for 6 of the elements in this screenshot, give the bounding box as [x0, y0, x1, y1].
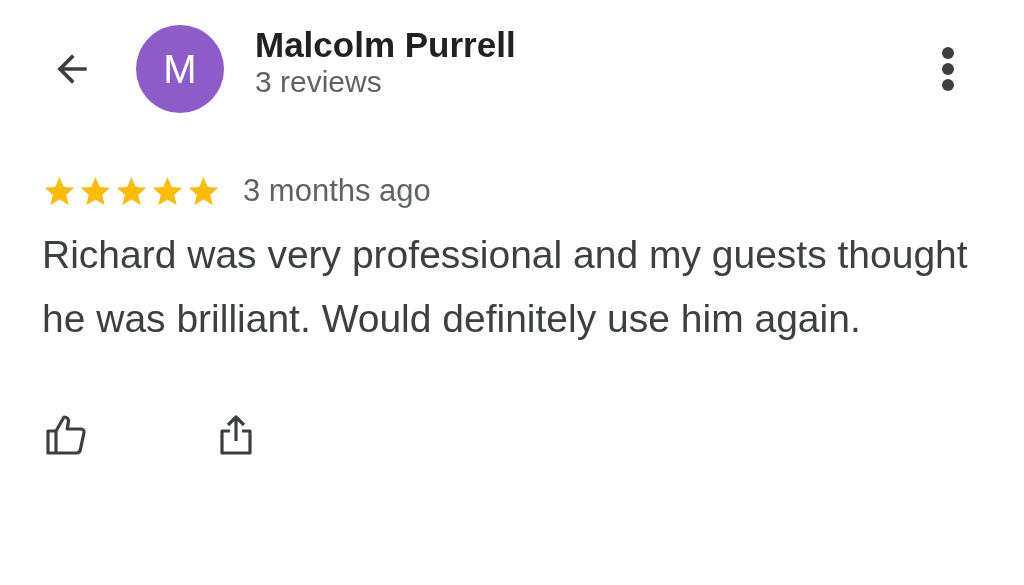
review-time: 3 months ago — [243, 173, 431, 209]
more-options-icon[interactable] — [940, 47, 956, 91]
avatar: M — [136, 25, 224, 113]
review-text: Richard was very professional and my guests thought he was brilliant. Would definitely use him again. — [42, 232, 969, 342]
reviewer-name: Malcolm Purrell — [255, 25, 517, 65]
review-count: 3 reviews — [255, 65, 383, 99]
